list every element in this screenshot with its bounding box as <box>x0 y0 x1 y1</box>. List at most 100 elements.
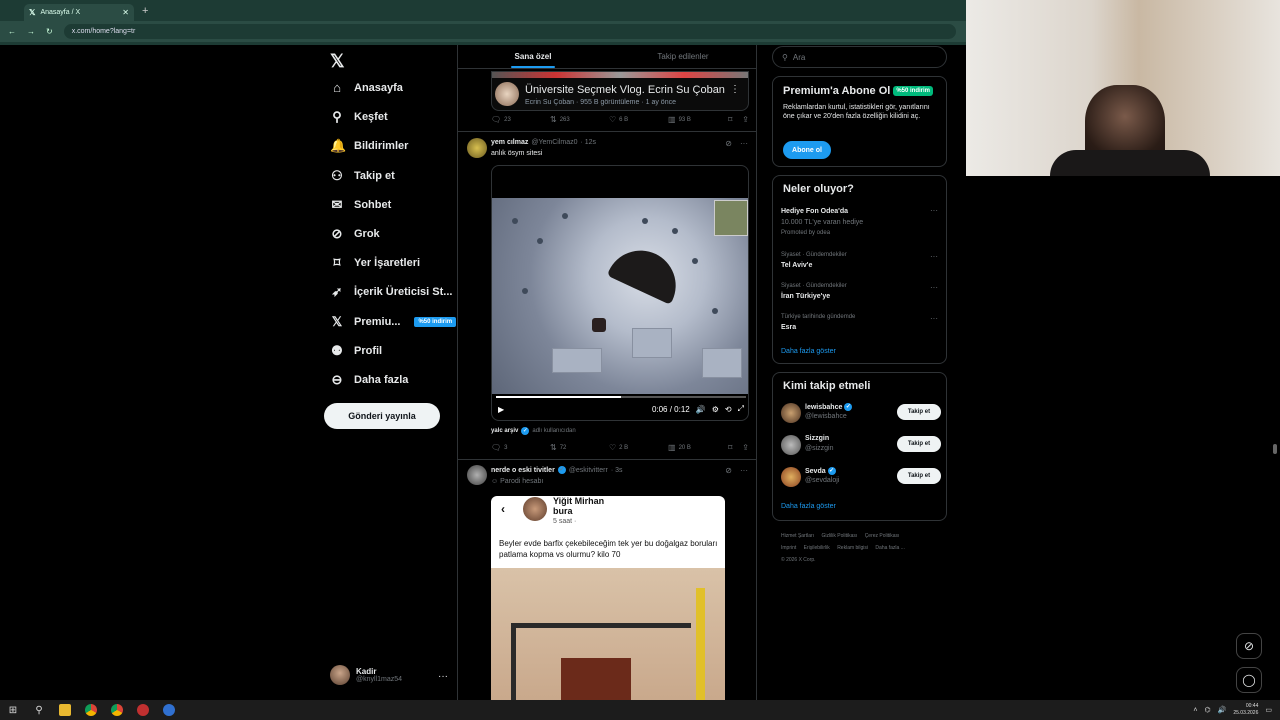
author-handle[interactable]: @YemCilmaz0 <box>531 139 577 146</box>
sidebar-item-x-premium[interactable]: 𝕏 Premiu... %50 indirim <box>330 314 457 330</box>
retweet-button[interactable]: ⇅ 72 <box>550 443 609 452</box>
forward-icon[interactable]: → <box>27 27 35 36</box>
more-dots-icon[interactable]: ··· <box>740 139 748 148</box>
search-input[interactable]: ⚲ Ara <box>772 46 947 68</box>
tweet-time[interactable]: · 3s <box>611 467 623 474</box>
follow-suggestion[interactable]: lewisbahce ✓ @lewisbahce Takip et <box>781 401 941 427</box>
trend-name[interactable]: Hediye Fon Odea'da <box>781 208 848 215</box>
network-icon[interactable]: ⌬ <box>1205 706 1211 714</box>
video-player[interactable]: ▶ 0:06 / 0:12 🔊 ⚙ ⟲ ⤢ <box>491 165 749 421</box>
tab-for-you[interactable]: Sana özel <box>458 45 608 68</box>
tab-following[interactable]: Takip edilenler <box>608 45 756 68</box>
sidebar-item-profile[interactable]: ⚉ Profil <box>330 343 382 359</box>
more-dots-icon[interactable]: ··· <box>740 466 748 475</box>
views-button[interactable]: ▥ 20 B <box>668 443 727 452</box>
sidebar-item-person-add[interactable]: ⚇ Takip et <box>330 168 395 184</box>
clock[interactable]: 00:44 25.03.2026 <box>1233 703 1258 717</box>
url-field[interactable]: x.com/home?lang=tr <box>63 24 956 39</box>
chevron-up-icon[interactable]: ˄ <box>1193 707 1197 714</box>
footer-link[interactable]: Imprint <box>781 545 796 551</box>
trend-name[interactable]: Tel Aviv'e <box>781 262 812 269</box>
footer-link[interactable]: Daha fazla ... <box>875 545 904 551</box>
chrome-icon[interactable] <box>78 704 104 716</box>
scrollbar[interactable] <box>1273 444 1277 454</box>
footer-link[interactable]: Erişilebilirlik <box>804 545 830 551</box>
avatar[interactable] <box>467 465 487 485</box>
search-icon[interactable]: ⚲ <box>26 705 52 716</box>
author-name[interactable]: yem cılmaz <box>491 139 528 146</box>
file-explorer-icon[interactable] <box>52 704 78 716</box>
youtube-link-card[interactable]: Üniversite Seçmek Vlog. Ecrin Su Çoban E… <box>491 71 749 111</box>
show-more-trends-link[interactable]: Daha fazla göster <box>781 348 836 355</box>
windows-start-icon[interactable]: ⊞ <box>0 705 26 716</box>
video-source[interactable]: yalc arşiv ✓ adlı kullanıcıdan <box>491 427 576 435</box>
app-icon[interactable] <box>156 704 182 716</box>
reply-button[interactable]: 🗨 3 <box>491 443 550 452</box>
reload-icon[interactable]: ↻ <box>46 27 53 36</box>
back-icon[interactable]: ← <box>8 27 16 36</box>
avatar[interactable] <box>467 138 487 158</box>
more-dots-icon[interactable]: ··· <box>930 252 938 261</box>
grok-float-button[interactable]: ⊘ <box>1236 633 1262 659</box>
bookmark-icon[interactable]: ⌑ <box>728 443 732 452</box>
new-tab-icon[interactable]: + <box>142 5 148 17</box>
follow-suggestion[interactable]: Sevda ✓ @sevdaloji Takip et <box>781 465 941 491</box>
share-icon[interactable]: ⇪ <box>742 443 749 452</box>
reply-button[interactable]: 🗨 23 <box>491 115 550 124</box>
messages-float-button[interactable]: ◯ <box>1236 667 1262 693</box>
footer-link[interactable]: Çerez Politikası <box>865 533 900 539</box>
retweet-button[interactable]: ⇅ 263 <box>550 115 609 124</box>
fullscreen-icon[interactable]: ⤢ <box>738 404 744 414</box>
video-progress-bar[interactable] <box>496 396 746 398</box>
more-dots-icon[interactable]: ··· <box>930 314 938 323</box>
like-button[interactable]: ♡ 2 B <box>609 443 668 452</box>
volume-icon[interactable]: 🔊 <box>1218 706 1227 714</box>
notification-icon[interactable]: ▭ <box>1265 706 1272 714</box>
author-handle[interactable]: @eskitvitterr <box>569 467 608 474</box>
author-name[interactable]: nerde o eski tivitler <box>491 467 555 474</box>
grok-icon[interactable]: ⊘ <box>725 139 732 148</box>
show-more-follow-link[interactable]: Daha fazla göster <box>781 503 836 510</box>
subscribe-button[interactable]: Abone ol <box>783 141 831 159</box>
follow-button[interactable]: Takip et <box>897 436 941 452</box>
footer-link[interactable]: Gizlilik Politikası <box>821 533 857 539</box>
sidebar-item-grok[interactable]: ⊘ Grok <box>330 226 380 242</box>
play-icon[interactable]: ▶ <box>498 405 504 414</box>
tweet-image[interactable]: ‹ Yiğit Mirhan bura 5 saat · Beyler evde… <box>491 496 725 700</box>
chrome-icon[interactable] <box>104 704 130 716</box>
account-switcher[interactable]: Kadir @knyll1maz54 <box>330 665 402 685</box>
browser-tab[interactable]: 𝕏 Anasayfa / X ✕ <box>24 4 134 21</box>
follow-button[interactable]: Takip et <box>897 468 941 484</box>
trend-name[interactable]: İran Türkiye'ye <box>781 293 830 300</box>
trend-name[interactable]: Esra <box>781 324 796 331</box>
volume-icon[interactable]: 🔊 <box>696 405 706 414</box>
follow-button[interactable]: Takip et <box>897 404 941 420</box>
loop-icon[interactable]: ⟲ <box>725 405 732 414</box>
more-dots-icon[interactable]: ··· <box>930 283 938 292</box>
views-button[interactable]: ▥ 93 B <box>668 115 727 124</box>
sidebar-item-more-circle[interactable]: ⊖ Daha fazla <box>330 372 409 388</box>
app-icon[interactable] <box>130 704 156 716</box>
settings-icon[interactable]: ⚙ <box>712 405 719 414</box>
x-logo-icon[interactable]: 𝕏 <box>330 51 345 72</box>
sidebar-item-label: Sohbet <box>354 198 392 211</box>
more-dots-icon[interactable]: ··· <box>438 671 448 682</box>
sidebar-item-search[interactable]: ⚲ Keşfet <box>330 109 387 125</box>
footer-link[interactable]: Reklam bilgisi <box>837 545 868 551</box>
post-button[interactable]: Gönderi yayınla <box>324 403 440 429</box>
sidebar-item-bookmark[interactable]: ⌑ Yer İşaretleri <box>330 255 420 271</box>
bookmark-icon[interactable]: ⌑ <box>728 115 732 124</box>
sidebar-item-bell[interactable]: 🔔 Bildirimler <box>330 138 408 154</box>
share-icon[interactable]: ⇪ <box>742 115 749 124</box>
like-button[interactable]: ♡ 6 B <box>609 115 668 124</box>
more-dots-icon[interactable]: ··· <box>930 206 938 215</box>
footer-link[interactable]: Hizmet Şartları <box>781 533 814 539</box>
tweet-time[interactable]: · 12s <box>581 139 597 146</box>
follow-suggestion[interactable]: Sizzgin @sizzgin Takip et <box>781 433 941 459</box>
more-vertical-icon[interactable]: ⋮ <box>730 84 740 95</box>
sidebar-item-rocket[interactable]: ➶ İçerik Üreticisi St... <box>330 284 453 300</box>
sidebar-item-mail[interactable]: ✉ Sohbet <box>330 197 392 213</box>
grok-icon[interactable]: ⊘ <box>725 466 732 475</box>
close-icon[interactable]: ✕ <box>122 8 129 17</box>
sidebar-item-home[interactable]: ⌂ Anasayfa <box>330 80 403 95</box>
